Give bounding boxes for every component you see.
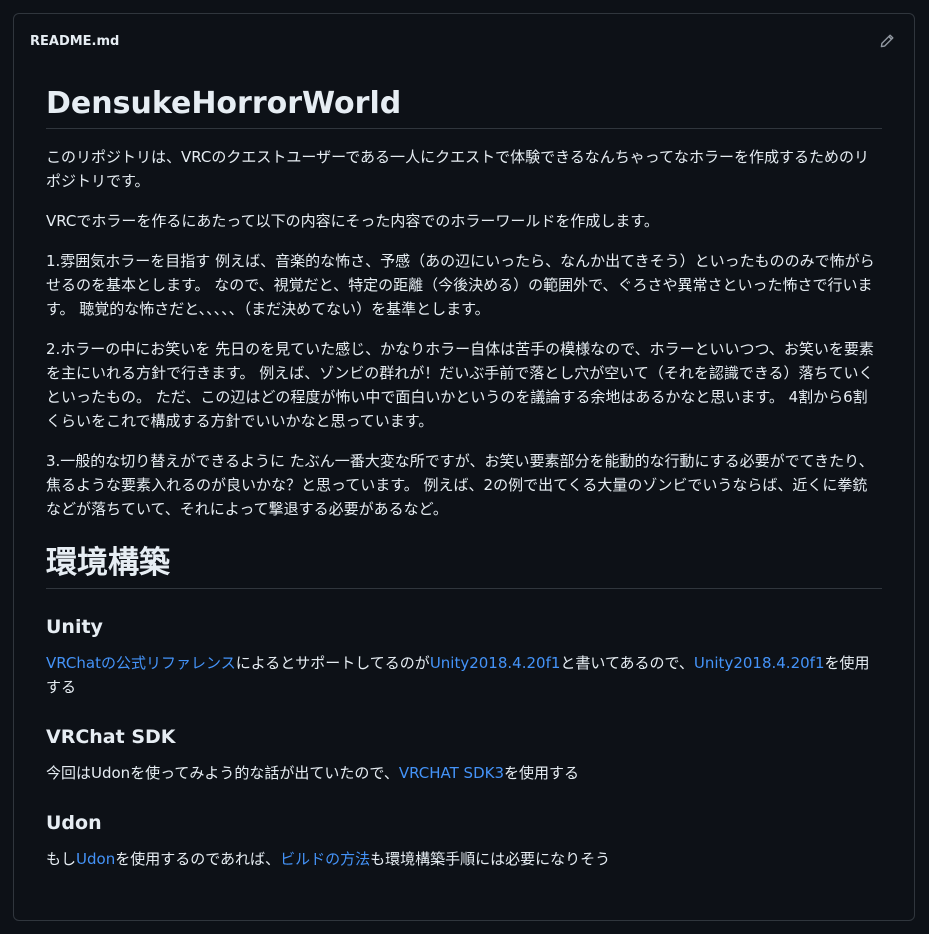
pencil-icon [880, 34, 894, 48]
unity-paragraph: VRChatの公式リファレンスによるとサポートしてるのがUnity2018.4.… [46, 651, 882, 699]
readme-content: DensukeHorrorWorld このリポジトリは、VRCのクエストユーザー… [14, 68, 914, 871]
vrchat-reference-link[interactable]: VRChatの公式リファレンス [46, 654, 236, 672]
sdk-text-1: 今回はUdonを使ってみよう的な話が出ていたので、 [46, 764, 399, 782]
env-heading: 環境構築 [46, 539, 882, 589]
policy-point-1: 1.雰囲気ホラーを目指す 例えば、音楽的な怖さ、予感（あの辺にいったら、なんか出… [46, 252, 875, 318]
udon-link[interactable]: Udon [76, 850, 115, 868]
policy-lead-paragraph: VRCでホラーを作るにあたって以下の内容にそった内容でのホラーワールドを作成しま… [46, 212, 659, 230]
intro-paragraph: このリポジトリは、VRCのクエストユーザーである一人にクエストで体験できるなんち… [46, 148, 870, 190]
sdk-heading: VRChat SDK [46, 726, 176, 748]
unity-version-link-2[interactable]: Unity2018.4.20f1 [694, 654, 825, 672]
page-title: DensukeHorrorWorld [46, 82, 882, 129]
unity-heading: Unity [46, 616, 103, 638]
udon-text-2: を使用するのであれば、 [115, 850, 281, 868]
sdk-text-2: を使用する [504, 764, 580, 782]
build-method-link[interactable]: ビルドの方法 [280, 850, 370, 868]
policy-point-2: 2.ホラーの中にお笑いを 先日のを見ていた感じ、かなりホラー自体は苦手の模様なの… [46, 340, 874, 430]
file-name: README.md [30, 33, 120, 49]
udon-heading: Udon [46, 812, 102, 834]
edit-file-button[interactable] [874, 28, 900, 54]
udon-text-1: もし [46, 850, 77, 868]
unity-version-link-1[interactable]: Unity2018.4.20f1 [430, 654, 561, 672]
udon-text-3: も環境構築手順には必要になりそう [370, 850, 611, 868]
vrchat-sdk3-link[interactable]: VRCHAT SDK3 [399, 764, 504, 782]
unity-text-2: と書いてあるので、 [560, 654, 694, 672]
sdk-paragraph: 今回はUdonを使ってみよう的な話が出ていたので、VRCHAT SDK3を使用す… [46, 761, 882, 785]
policy-point-3: 3.一般的な切り替えができるように たぶん一番大変な所ですが、お笑い要素部分を能… [46, 452, 874, 518]
udon-paragraph: もしUdonを使用するのであれば、ビルドの方法も環境構築手順には必要になりそう [46, 847, 882, 871]
unity-text-1: によるとサポートしてるのが [235, 654, 430, 672]
readme-header: README.md [14, 14, 914, 68]
readme-panel: README.md DensukeHorrorWorld このリポジトリは、VR… [13, 13, 915, 921]
